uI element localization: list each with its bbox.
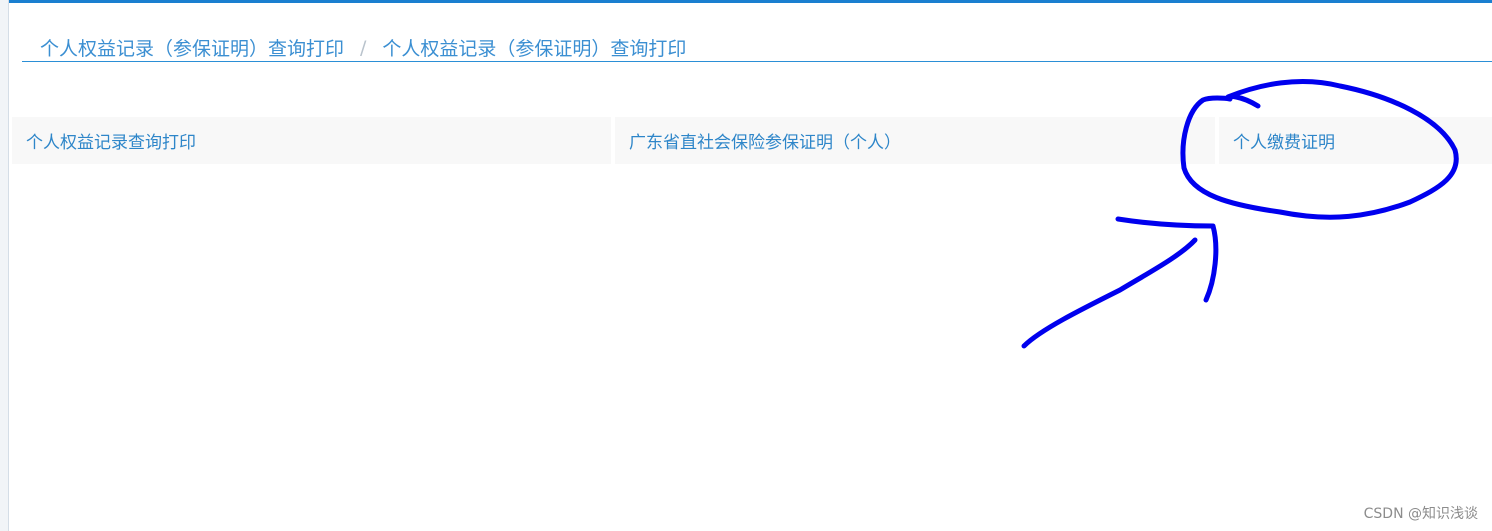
top-border	[0, 0, 1492, 3]
watermark: CSDN @知识浅谈	[1363, 506, 1478, 522]
breadcrumb-separator: /	[360, 36, 367, 59]
breadcrumb-item-parent[interactable]: 个人权益记录（参保证明）查询打印	[40, 34, 344, 61]
breadcrumb-item-current[interactable]: 个人权益记录（参保证明）查询打印	[382, 34, 686, 61]
tab-personal-rights-record[interactable]: 个人权益记录查询打印	[12, 117, 611, 164]
tab-insurance-certificate[interactable]: 广东省直社会保险参保证明（个人）	[615, 117, 1215, 164]
annotation-arrow-icon	[1021, 216, 1219, 349]
breadcrumb: 个人权益记录（参保证明）查询打印 / 个人权益记录（参保证明）查询打印	[22, 34, 1492, 62]
tab-bar: 个人权益记录查询打印 广东省直社会保险参保证明（个人） 个人缴费证明	[12, 117, 1492, 164]
tab-personal-payment-certificate[interactable]: 个人缴费证明	[1219, 117, 1492, 164]
hand-drawn-annotation	[1021, 79, 1459, 349]
left-frame-edge	[0, 0, 9, 531]
